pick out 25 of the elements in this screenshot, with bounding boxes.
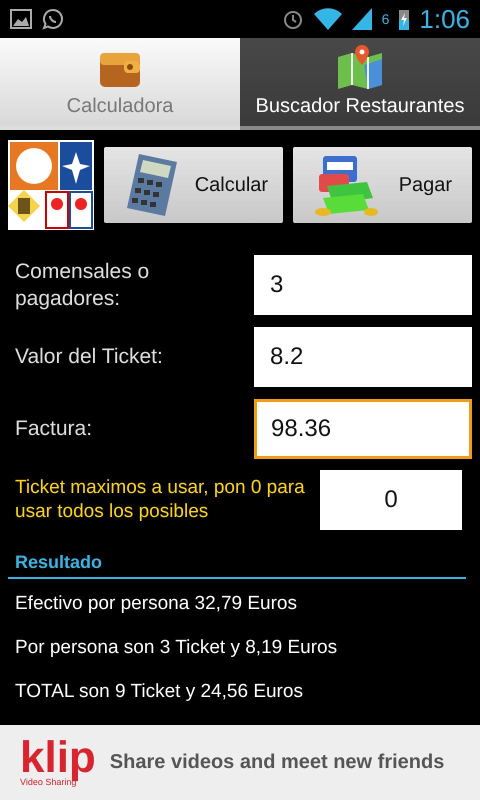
clock-time: 1:06 bbox=[419, 4, 470, 34]
field-label: Comensales o pagadores: bbox=[15, 258, 150, 312]
wifi-icon bbox=[314, 8, 342, 30]
result-heading: Resultado bbox=[8, 552, 466, 579]
input-field[interactable]: 3 bbox=[254, 255, 472, 315]
action-button[interactable]: Calcular bbox=[104, 147, 283, 223]
picture-notification-icon bbox=[10, 9, 32, 29]
input-field[interactable]: 98.36 bbox=[254, 399, 472, 459]
result-line: Por persona son 3 Ticket y 8,19 Euros bbox=[14, 637, 338, 660]
action-button[interactable]: Pagar bbox=[293, 147, 472, 223]
map-pin-icon bbox=[336, 45, 384, 89]
result-line: Efectivo por persona 32,79 Euros bbox=[14, 593, 298, 616]
input-field[interactable]: 8.2 bbox=[254, 327, 472, 387]
field-label: Valor del Ticket: bbox=[15, 344, 164, 370]
max-tickets-label: Ticket maximos a usar, pon 0 para usar todos los posibles bbox=[15, 476, 306, 524]
field-label: Factura: bbox=[15, 416, 94, 442]
result-line: TOTAL son 9 Ticket y 24,56 Euros bbox=[14, 681, 304, 704]
signal-icon bbox=[352, 8, 372, 30]
battery-charging-icon bbox=[399, 8, 410, 30]
notification-count: 6 bbox=[382, 11, 390, 27]
chat-bubble-icon bbox=[42, 8, 64, 30]
max-tickets-field[interactable]: 0 bbox=[320, 470, 462, 530]
ad-slogan: Share videos and meet new friends bbox=[110, 751, 444, 774]
tab[interactable]: Buscador Restaurantes bbox=[240, 38, 480, 130]
alarm-clock-icon bbox=[282, 8, 304, 30]
